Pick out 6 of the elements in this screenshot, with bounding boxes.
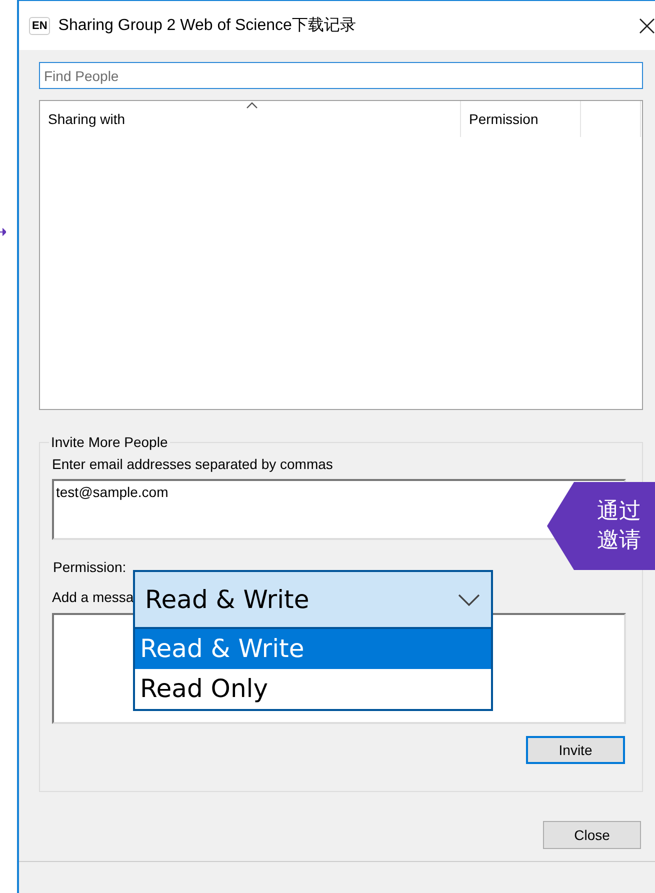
app-badge: EN	[29, 16, 50, 34]
group-title: Invite More People	[50, 434, 169, 450]
window-title: Sharing Group 2 Web of Science下载记录	[58, 16, 356, 36]
permission-label: Permission:	[53, 559, 126, 575]
message-label: Add a messa	[52, 589, 134, 605]
email-label: Enter email addresses separated by commas	[52, 456, 333, 472]
